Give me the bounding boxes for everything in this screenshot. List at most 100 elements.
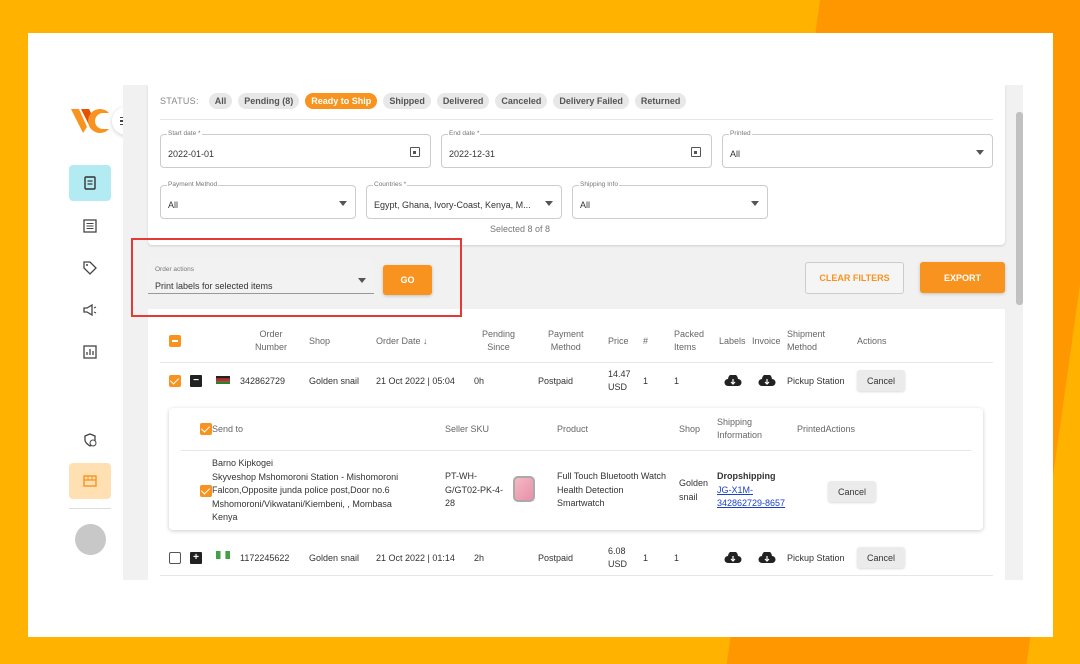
header-send-to: Send to bbox=[212, 424, 244, 434]
item-cancel-button[interactable]: Cancel bbox=[828, 481, 876, 502]
product-thumbnail[interactable] bbox=[513, 476, 535, 502]
scrollbar-thumb[interactable] bbox=[1016, 112, 1023, 305]
sub-header-divider bbox=[181, 450, 971, 451]
list-icon bbox=[83, 219, 97, 233]
row-checkbox[interactable] bbox=[169, 552, 181, 564]
row-checkbox[interactable] bbox=[169, 375, 181, 387]
header-product: Product bbox=[557, 424, 589, 434]
shipping-info-select[interactable]: Shipping Info All bbox=[572, 181, 768, 219]
send-to-address: Barno Kipkogei Skyveshop Mshomoroni Stat… bbox=[212, 458, 399, 522]
sidebar bbox=[60, 85, 140, 580]
header-invoice: Invoice bbox=[752, 336, 781, 346]
countries-select[interactable]: Countries * Egypt, Ghana, Ivory-Coast, K… bbox=[366, 181, 562, 219]
cancel-button[interactable]: Cancel bbox=[857, 547, 905, 568]
sidebar-item-tags[interactable] bbox=[69, 250, 111, 286]
countries-label: Countries * bbox=[373, 181, 408, 188]
export-button[interactable]: EXPORT bbox=[920, 262, 1005, 293]
brand-logo bbox=[71, 109, 109, 133]
sidebar-item-orders[interactable] bbox=[69, 165, 111, 201]
shop-name: Golden snail bbox=[309, 376, 360, 386]
header-shop: Shop bbox=[679, 424, 701, 434]
header-divider bbox=[160, 362, 993, 363]
shop-name: Golden snail bbox=[309, 553, 360, 563]
main-content: STATUS: All Pending (8) Ready to Ship Sh… bbox=[123, 85, 1023, 580]
shipping-type: Dropshipping bbox=[717, 471, 776, 481]
clear-filters-button[interactable]: CLEAR FILTERS bbox=[805, 262, 904, 294]
status-chip-ready-to-ship[interactable]: Ready to Ship bbox=[305, 93, 378, 109]
chevron-down-icon bbox=[545, 201, 553, 206]
chevron-down-icon bbox=[751, 201, 759, 206]
download-invoice-icon[interactable] bbox=[758, 552, 776, 564]
countries-value: Egypt, Ghana, Ivory-Coast, Kenya, M... bbox=[374, 200, 531, 210]
header-seller-sku: Seller SKU bbox=[445, 424, 490, 434]
header-payment-method: Payment Method bbox=[548, 329, 584, 352]
tracking-link[interactable]: JG-X1M- 342862729-8657 bbox=[717, 485, 785, 509]
status-label: STATUS: bbox=[160, 96, 199, 106]
start-date-field[interactable]: Start date * 2022-01-01 bbox=[160, 130, 431, 168]
header-pending-since: Pending Since bbox=[482, 329, 516, 352]
order-date: 21 Oct 2022 | 05:04 bbox=[376, 376, 455, 386]
status-chip-canceled[interactable]: Canceled bbox=[495, 93, 548, 109]
sidebar-item-reports[interactable] bbox=[69, 334, 111, 370]
status-chip-delivered[interactable]: Delivered bbox=[436, 93, 490, 109]
download-label-icon[interactable] bbox=[724, 552, 742, 564]
order-date: 21 Oct 2022 | 01:14 bbox=[376, 553, 455, 563]
payment-method-value: All bbox=[168, 200, 179, 210]
calendar-icon[interactable] bbox=[410, 147, 420, 157]
item-count: 1 bbox=[643, 376, 649, 386]
end-date-field[interactable]: End date * 2022-12-31 bbox=[441, 130, 712, 168]
printed-value: All bbox=[730, 149, 741, 159]
select-all-items-checkbox[interactable] bbox=[200, 423, 212, 435]
printed-select[interactable]: Printed All bbox=[722, 130, 993, 168]
calendar-icon[interactable] bbox=[691, 147, 701, 157]
expand-row-button[interactable]: + bbox=[190, 552, 202, 564]
status-chip-delivery-failed[interactable]: Delivery Failed bbox=[553, 93, 629, 109]
sidebar-item-marketing[interactable] bbox=[69, 292, 111, 328]
header-price: Price bbox=[608, 336, 629, 346]
select-all-checkbox[interactable] bbox=[169, 335, 181, 347]
status-chip-shipped[interactable]: Shipped bbox=[383, 93, 431, 109]
status-chip-returned[interactable]: Returned bbox=[634, 93, 687, 109]
avatar[interactable] bbox=[75, 524, 106, 555]
packed-items: 1 bbox=[674, 376, 680, 386]
sidebar-item-settings[interactable] bbox=[69, 422, 111, 458]
sidebar-item-list[interactable] bbox=[69, 208, 111, 244]
cancel-button[interactable]: Cancel bbox=[857, 370, 905, 391]
header-order-date[interactable]: Order Date ↓ bbox=[376, 335, 428, 348]
end-date-label: End date * bbox=[448, 130, 481, 137]
filter-divider bbox=[160, 119, 993, 120]
selected-count: Selected 8 of 8 bbox=[490, 224, 551, 234]
pending-since: 0h bbox=[474, 376, 485, 386]
collapse-row-button[interactable]: − bbox=[190, 375, 202, 387]
start-date-value: 2022-01-01 bbox=[168, 149, 215, 159]
header-count: # bbox=[643, 336, 649, 346]
shipment-method: Pickup Station bbox=[787, 376, 845, 386]
download-label-icon[interactable] bbox=[724, 375, 742, 387]
shipping-information: Dropshipping JG-X1M- 342862729-8657 bbox=[717, 470, 785, 511]
status-chip-all[interactable]: All bbox=[208, 93, 233, 109]
orders-icon bbox=[84, 176, 96, 190]
sidebar-item-store[interactable] bbox=[69, 463, 111, 499]
shipping-info-value: All bbox=[580, 200, 591, 210]
settings-clock-icon bbox=[84, 433, 97, 447]
download-invoice-icon[interactable] bbox=[758, 375, 776, 387]
shipping-info-label: Shipping Info bbox=[579, 181, 619, 188]
status-filter: STATUS: All Pending (8) Ready to Ship Sh… bbox=[160, 93, 687, 109]
status-chip-pending[interactable]: Pending (8) bbox=[238, 93, 300, 109]
shipment-method: Pickup Station bbox=[787, 553, 845, 563]
sidebar-divider bbox=[69, 508, 111, 509]
highlight-box bbox=[131, 238, 462, 317]
header-shipping-information: Shipping Information bbox=[717, 417, 763, 440]
header-actions: Actions bbox=[857, 336, 887, 346]
printed-label: Printed bbox=[729, 130, 752, 137]
order-number[interactable]: 342862729 bbox=[240, 375, 285, 388]
pending-since: 2h bbox=[474, 553, 485, 563]
header-shipment-method: Shipment Method bbox=[787, 329, 826, 352]
arrow-down-icon: ↓ bbox=[423, 336, 428, 346]
packed-items: 1 bbox=[674, 553, 680, 563]
order-number[interactable]: 1172245622 bbox=[240, 552, 289, 565]
item-checkbox[interactable] bbox=[200, 485, 212, 497]
row-divider bbox=[160, 575, 993, 576]
payment-method-select[interactable]: Payment Method All bbox=[160, 181, 356, 219]
header-packed-items: Packed Items bbox=[674, 329, 705, 352]
